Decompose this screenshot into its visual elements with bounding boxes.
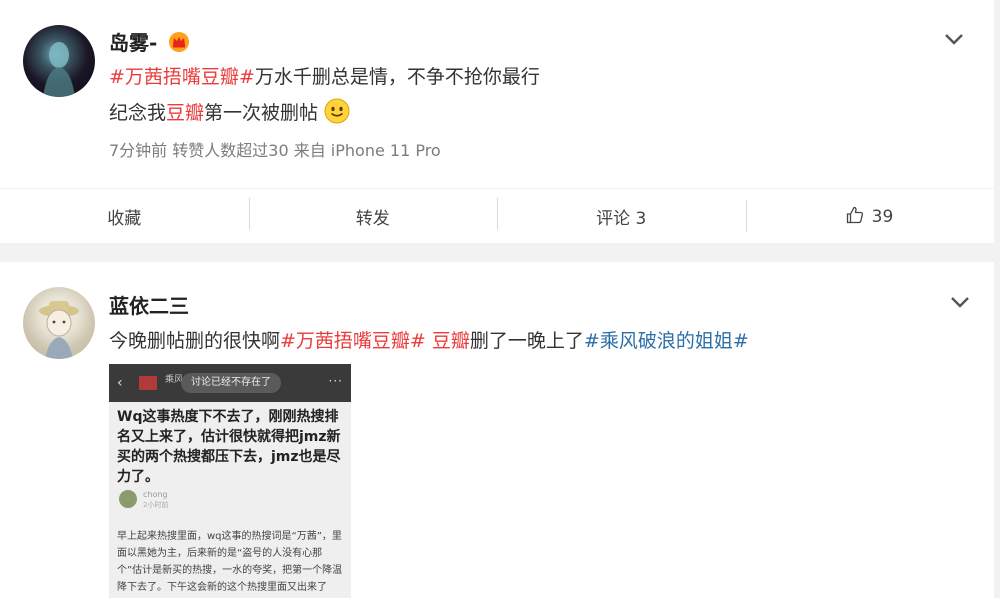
thumbs-up-icon <box>847 206 864 223</box>
avatar[interactable] <box>23 287 95 359</box>
chevron-down-icon[interactable] <box>950 295 970 309</box>
hashtag-link[interactable]: #万茜捂嘴豆瓣# <box>280 330 426 352</box>
group-logo-icon <box>139 376 157 390</box>
hashtag-link[interactable]: #万茜捂嘴豆瓣# <box>109 66 255 88</box>
post-text: 今晚删帖删的很快啊#万茜捂嘴豆瓣# 豆瓣删了一晚上了#乘风破浪的姐姐# <box>109 330 749 352</box>
back-arrow-icon: ‹ <box>117 375 123 391</box>
post-action-bar: 收藏 转发 评论 3 39 <box>0 189 994 243</box>
embedded-author: chong <box>143 490 168 499</box>
embedded-body: 早上起来热搜里面，wq这事的热搜词是“万茜”，里面以黑她为主，后来新的是“盗号的… <box>117 531 343 593</box>
repost-button[interactable]: 转发 <box>248 197 498 230</box>
hashtag-link[interactable]: #乘风破浪的姐姐# <box>584 330 749 352</box>
like-button[interactable]: 39 <box>745 199 995 232</box>
more-icon: ··· <box>328 374 343 388</box>
chevron-down-icon[interactable] <box>944 32 964 46</box>
embedded-screenshot[interactable]: ‹ 乘风 讨论已经不存在了 ··· Wq这事热度下不去了，刚刚热搜排名又上来了，… <box>109 364 351 598</box>
username[interactable]: 蓝依二三 <box>109 290 189 319</box>
post-card-1: 岛雾- #万茜捂嘴豆瓣#万水千删总是情，不争不抢你最行 纪念我豆瓣第一次被删帖 … <box>0 0 994 188</box>
app-header-bar: ‹ 乘风 讨论已经不存在了 ··· <box>109 364 351 402</box>
toast-message: 讨论已经不存在了 <box>181 373 281 393</box>
post-meta: 7分钟前 转赞人数超过30 来自 iPhone 11 Pro <box>109 141 441 160</box>
embedded-headline: Wq这事热度下不去了，刚刚热搜排名又上来了，估计很快就得把jmz新买的两个热搜都… <box>117 409 341 485</box>
avatar <box>119 490 137 508</box>
keyword-link[interactable]: 豆瓣 <box>166 102 204 124</box>
favorite-button[interactable]: 收藏 <box>0 204 249 229</box>
post-text-line-1: #万茜捂嘴豆瓣#万水千删总是情，不争不抢你最行 <box>109 66 540 88</box>
username[interactable]: 岛雾- <box>109 27 190 56</box>
avatar[interactable] <box>23 25 95 97</box>
keyword-link[interactable]: 豆瓣 <box>426 330 470 352</box>
comment-button[interactable]: 评论 3 <box>497 197 746 230</box>
embedded-time: 2小时前 <box>143 501 169 509</box>
crown-icon <box>169 32 190 52</box>
smile-emoji-icon <box>324 98 350 124</box>
post-text-line-2: 纪念我豆瓣第一次被删帖 <box>109 98 350 125</box>
